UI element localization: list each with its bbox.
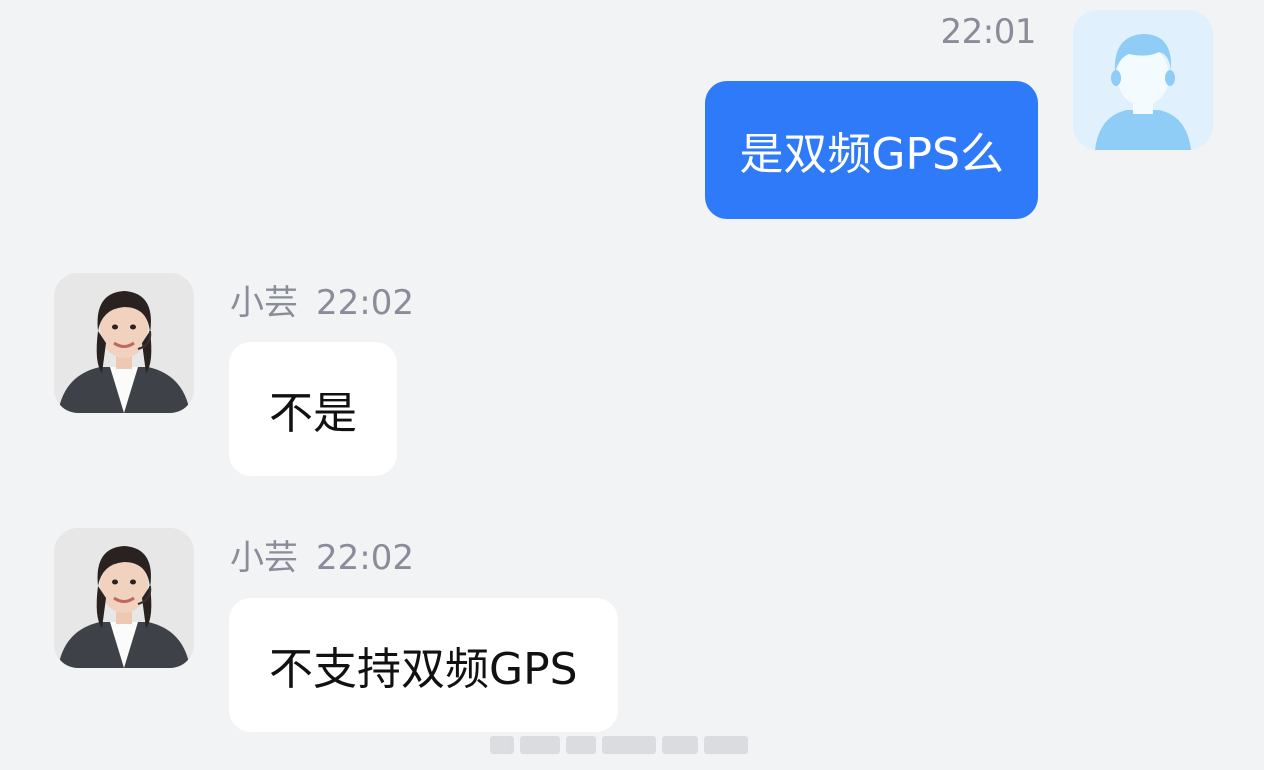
chat-view: 22:01 是双频GPS么 小芸 22:02 不是 小芸 22:02 不支持双频…: [0, 0, 1264, 770]
agent-message-meta: 小芸 22:02: [230, 275, 414, 324]
agent-message-meta: 小芸 22:02: [230, 530, 414, 579]
agent-message-bubble[interactable]: 不支持双频GPS: [229, 598, 618, 732]
user-avatar-icon[interactable]: [1073, 10, 1213, 150]
user-message-bubble[interactable]: 是双频GPS么: [705, 81, 1038, 219]
agent-message-bubble[interactable]: 不是: [229, 342, 397, 476]
agent-avatar[interactable]: [54, 528, 194, 668]
agent-photo-icon: [54, 273, 194, 413]
agent-name: 小芸: [230, 283, 298, 323]
agent-message-time: 22:02: [316, 538, 414, 578]
agent-avatar[interactable]: [54, 273, 194, 413]
user-message-time: 22:01: [940, 12, 1037, 52]
agent-name: 小芸: [230, 538, 298, 578]
agent-photo-icon: [54, 528, 194, 668]
agent-message-time: 22:02: [316, 283, 414, 323]
watermark: [490, 732, 770, 758]
default-user-avatar-icon: [1095, 34, 1191, 150]
